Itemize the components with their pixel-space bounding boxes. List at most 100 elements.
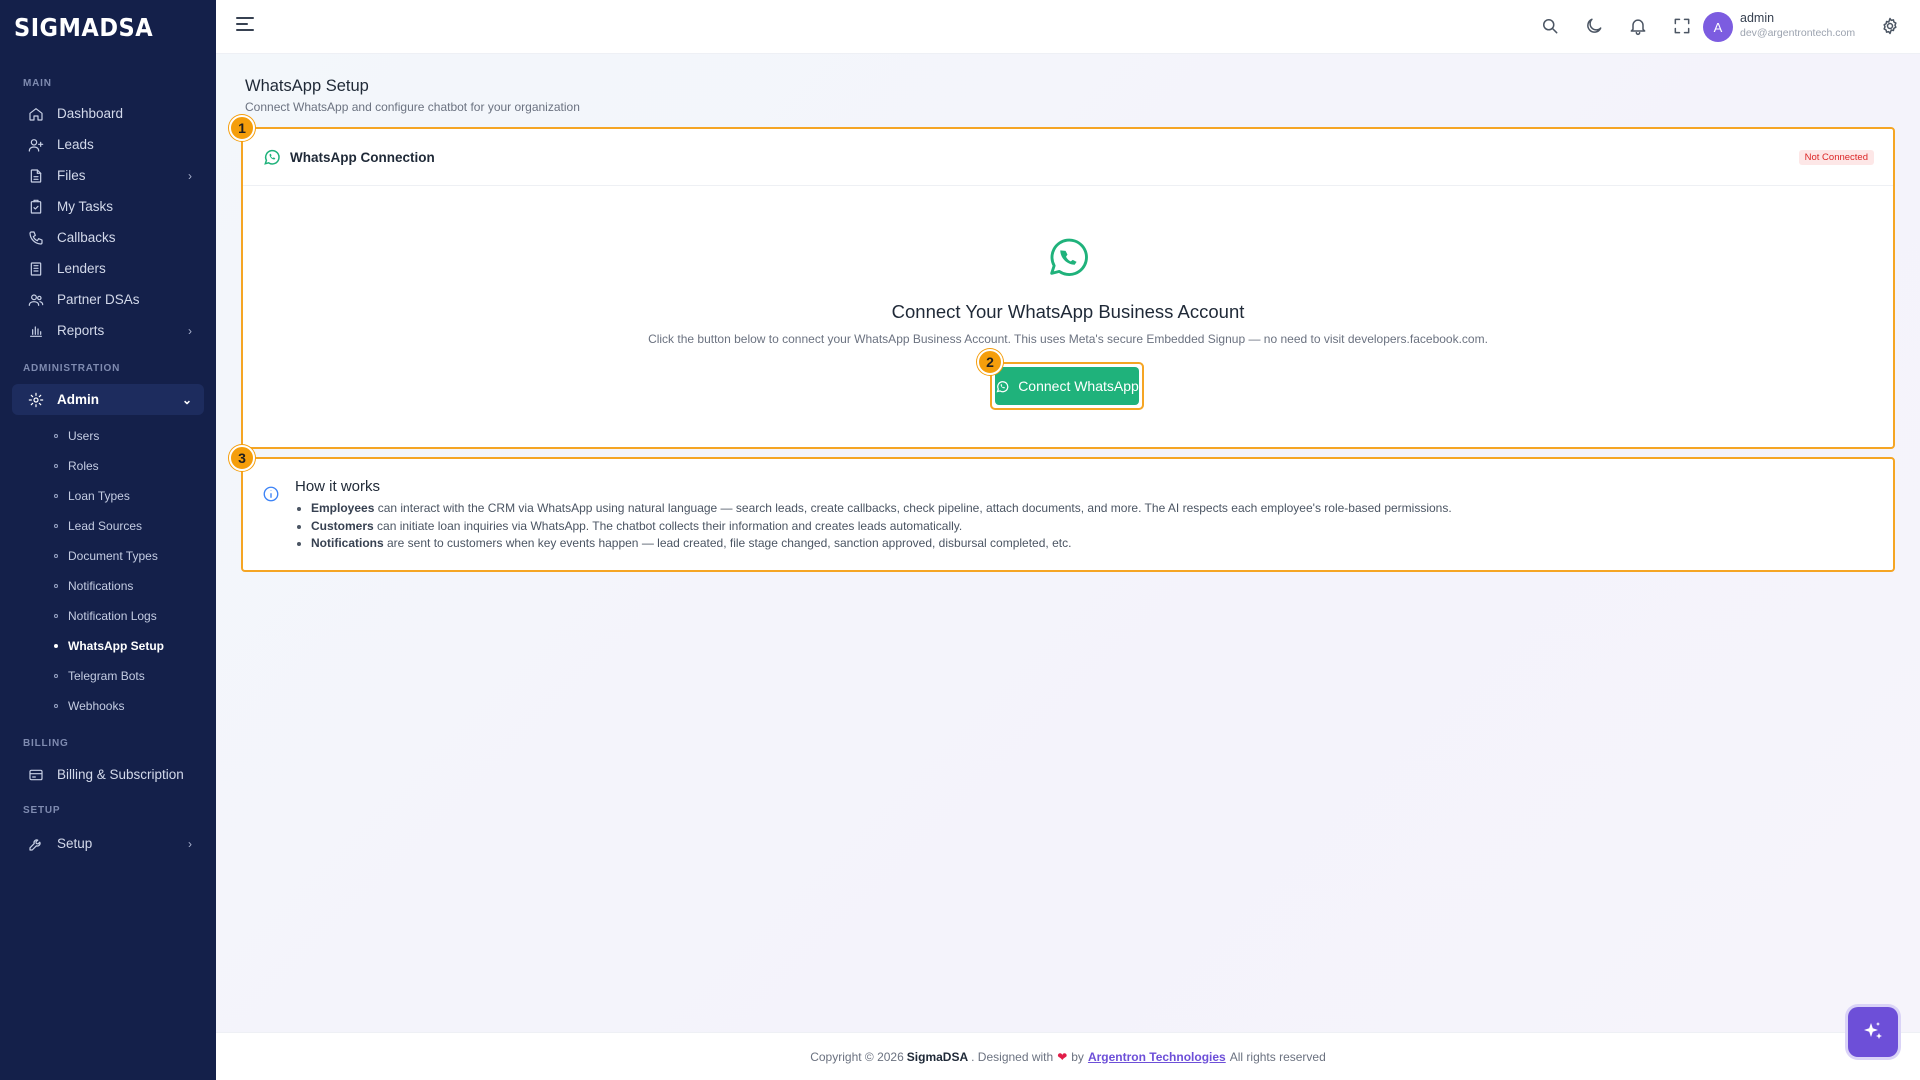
how-it-works-title: How it works	[295, 478, 381, 495]
bullet-icon	[54, 704, 58, 708]
sidebar-subitem-notifications[interactable]: Notifications	[0, 571, 216, 601]
chevron-down-icon: ⌄	[181, 392, 192, 407]
bullet-icon	[54, 674, 58, 678]
sidebar-item-callbacks[interactable]: Callbacks	[0, 222, 216, 253]
bullet-icon	[54, 524, 58, 528]
moon-icon[interactable]	[1584, 16, 1604, 36]
heart-icon: ❤	[1057, 1049, 1068, 1064]
sidebar: SIGMADSA MAIN Dashboard Leads Files › My…	[0, 0, 216, 1080]
sidebar-subitem-document-types[interactable]: Document Types	[0, 541, 216, 571]
sidebar-item-admin[interactable]: Admin ⌄	[12, 384, 204, 415]
brand-logo[interactable]: SIGMADSA	[0, 0, 216, 54]
chevron-right-icon: ›	[188, 168, 192, 183]
list-item: Notifications are sent to customers when…	[311, 535, 1452, 553]
home-icon	[28, 106, 44, 122]
sidebar-item-reports[interactable]: Reports ›	[0, 315, 216, 346]
sidebar-item-label: Callbacks	[57, 230, 116, 245]
sidebar-subitem-webhooks[interactable]: Webhooks	[0, 691, 216, 721]
footer-copyright: Copyright © 2026	[810, 1049, 904, 1064]
sidebar-item-label: Files	[57, 168, 86, 183]
footer-company-link[interactable]: Argentron Technologies	[1088, 1050, 1226, 1064]
bullet-icon	[54, 584, 58, 588]
sidebar-item-leads[interactable]: Leads	[0, 129, 216, 160]
bell-icon[interactable]	[1628, 16, 1648, 36]
footer: Copyright © 2026 SigmaDSA . Designed wit…	[216, 1032, 1920, 1080]
list-item-text: are sent to customers when key events ha…	[383, 536, 1072, 550]
connect-heading: Connect Your WhatsApp Business Account	[891, 301, 1245, 322]
tasks-icon	[28, 199, 44, 215]
ai-assistant-button[interactable]	[1848, 1007, 1898, 1057]
section-title-billing: BILLING	[23, 738, 69, 749]
how-it-works-list: Employees can interact with the CRM via …	[311, 500, 1452, 553]
sidebar-subitem-notification-logs[interactable]: Notification Logs	[0, 601, 216, 631]
sidebar-item-label: My Tasks	[57, 199, 114, 214]
info-icon	[262, 485, 280, 503]
avatar[interactable]: A	[1703, 12, 1733, 42]
bullet-icon	[54, 614, 58, 618]
connect-description: Click the button below to connect your W…	[648, 332, 1488, 346]
whatsapp-icon	[262, 147, 282, 167]
chevron-right-icon: ›	[188, 836, 192, 851]
settings-gear-icon[interactable]	[1880, 16, 1900, 36]
list-item-bold: Notifications	[311, 536, 384, 550]
sidebar-item-partner-dsas[interactable]: Partner DSAs	[0, 284, 216, 315]
card-header: WhatsApp Connection Not Connected	[243, 129, 1893, 186]
connect-whatsapp-button[interactable]: Connect WhatsApp	[995, 367, 1139, 405]
sidebar-subitem-users[interactable]: Users	[0, 421, 216, 451]
sidebar-item-billing[interactable]: Billing & Subscription	[0, 759, 216, 790]
fullscreen-icon[interactable]	[1672, 16, 1692, 36]
menu-toggle-icon[interactable]	[236, 17, 254, 35]
section-title-setup: SETUP	[23, 805, 61, 816]
sidebar-subitem-roles[interactable]: Roles	[0, 451, 216, 481]
sidebar-item-label: Setup	[57, 836, 93, 851]
top-bar: A admin dev@argentrontech.com	[216, 0, 1920, 54]
sidebar-item-dashboard[interactable]: Dashboard	[0, 98, 216, 129]
list-item-bold: Employees	[311, 501, 375, 515]
footer-brand: SigmaDSA	[906, 1049, 969, 1064]
chevron-right-icon: ›	[188, 323, 192, 338]
bullet-icon	[54, 494, 58, 498]
sidebar-subitem-label: Loan Types	[68, 489, 130, 503]
sidebar-item-files[interactable]: Files ›	[0, 160, 216, 191]
sidebar-item-label: Partner DSAs	[57, 292, 140, 307]
sidebar-subitem-loan-types[interactable]: Loan Types	[0, 481, 216, 511]
sidebar-item-lenders[interactable]: Lenders	[0, 253, 216, 284]
whatsapp-connection-card: WhatsApp Connection Not Connected Connec…	[241, 127, 1895, 449]
sidebar-item-label: Reports	[57, 323, 105, 338]
connect-button-highlight: 2 Connect WhatsApp	[977, 349, 1144, 410]
bullet-icon	[54, 644, 58, 648]
sidebar-subitem-label: Lead Sources	[68, 519, 143, 533]
how-it-works-card: How it works Employees can interact with…	[241, 457, 1895, 572]
whatsapp-large-icon	[1044, 235, 1090, 281]
status-badge: Not Connected	[1798, 150, 1874, 165]
section-title-administration: ADMINISTRATION	[23, 363, 121, 374]
gear-icon	[28, 392, 44, 408]
sidebar-item-my-tasks[interactable]: My Tasks	[0, 191, 216, 222]
sidebar-subitem-lead-sources[interactable]: Lead Sources	[0, 511, 216, 541]
user-email: dev@argentrontech.com	[1740, 27, 1856, 39]
user-name[interactable]: admin	[1740, 11, 1774, 25]
main-content: WhatsApp Setup Connect WhatsApp and conf…	[216, 54, 1920, 1032]
sidebar-subitem-label: Notifications	[68, 579, 134, 593]
sidebar-subitem-label: WhatsApp Setup	[68, 639, 164, 653]
whatsapp-button-icon	[996, 380, 1009, 392]
sidebar-subitem-label: Notification Logs	[68, 609, 157, 623]
step-marker-2: 2	[977, 349, 1003, 375]
sidebar-item-setup[interactable]: Setup ›	[0, 828, 216, 859]
sidebar-item-label: Admin	[57, 392, 99, 407]
list-item-bold: Customers	[311, 518, 374, 533]
sidebar-subitem-telegram-bots[interactable]: Telegram Bots	[0, 661, 216, 691]
bar-chart-icon	[28, 323, 44, 339]
users-icon	[28, 292, 44, 308]
sidebar-subitem-whatsapp-setup[interactable]: WhatsApp Setup	[0, 631, 216, 661]
step-marker-3: 3	[229, 445, 255, 471]
list-item: Customers can initiate loan inquiries vi…	[311, 518, 1452, 536]
sidebar-subitem-label: Users	[68, 429, 100, 443]
sidebar-subitem-label: Document Types	[68, 549, 158, 563]
list-item: Employees can interact with the CRM via …	[311, 500, 1452, 518]
footer-designed-text: . Designed with	[971, 1049, 1054, 1064]
user-plus-icon	[28, 137, 44, 153]
bullet-icon	[54, 554, 58, 558]
search-icon[interactable]	[1540, 16, 1560, 36]
credit-card-icon	[28, 767, 44, 783]
